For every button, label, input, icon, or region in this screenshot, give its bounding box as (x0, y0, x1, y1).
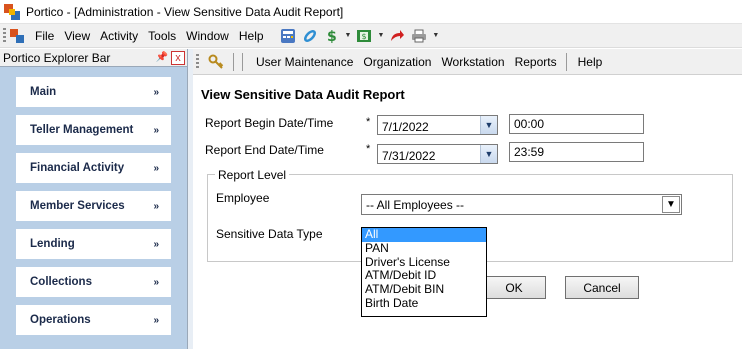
nav-item-label: Collections (30, 276, 92, 288)
key-icon[interactable] (207, 53, 225, 71)
required-marker: * (366, 116, 371, 128)
toolbar-separator (565, 52, 567, 71)
toolbar-grip-icon[interactable] (196, 53, 199, 70)
sensitive-data-type-list[interactable]: All PAN Driver's License ATM/Debit ID AT… (361, 227, 487, 317)
chevron-down-icon[interactable]: » (153, 315, 159, 326)
cancel-button[interactable]: Cancel (565, 276, 639, 299)
list-item[interactable]: Birth Date (362, 296, 486, 311)
report-level-legend: Report Level (215, 168, 290, 182)
list-item[interactable]: All (362, 227, 486, 242)
begin-time-field[interactable]: 00:00 (509, 114, 644, 134)
list-item[interactable]: ATM/Debit ID (362, 269, 486, 283)
explorer-header: Portico Explorer Bar 📌 x (0, 49, 187, 67)
nav-item-financial-activity[interactable]: Financial Activity » (16, 153, 171, 183)
begin-date-picker[interactable]: 7/1/2022 ▼ (377, 115, 498, 135)
chevron-down-icon[interactable]: » (153, 163, 159, 174)
list-item[interactable]: ATM/Debit BIN (362, 282, 486, 297)
chevron-down-icon[interactable]: ▼ (662, 196, 680, 213)
list-item[interactable]: PAN (362, 241, 486, 256)
pin-icon[interactable]: 📌 (155, 51, 169, 65)
explorer-nav-list: Main » Teller Management » Financial Act… (0, 67, 187, 335)
menu-bar: File View Activity Tools Window Help $ ▼… (0, 24, 742, 48)
svg-text:$: $ (327, 29, 337, 44)
admin-toolbar: User Maintenance Organization Workstatio… (193, 49, 742, 75)
close-icon[interactable]: x (171, 50, 185, 65)
explorer-title: Portico Explorer Bar (3, 50, 111, 65)
paperclip-icon[interactable] (301, 27, 319, 45)
toolbar-user-maintenance[interactable]: User Maintenance (251, 55, 358, 69)
printer-dropdown-icon[interactable]: ▼ (432, 32, 439, 39)
svg-text:$: $ (362, 32, 367, 41)
toolbar-reports[interactable]: Reports (510, 55, 562, 69)
toolbar-help[interactable]: Help (573, 55, 608, 69)
nav-item-label: Teller Management (30, 124, 134, 136)
menu-window[interactable]: Window (181, 29, 234, 43)
nav-item-collections[interactable]: Collections » (16, 267, 171, 297)
toolbar-grip-icon[interactable] (3, 27, 6, 44)
nav-item-member-services[interactable]: Member Services » (16, 191, 171, 221)
menu-file[interactable]: File (30, 29, 59, 43)
calculator-icon[interactable] (279, 27, 297, 45)
toolbar-separator (233, 52, 234, 71)
list-item[interactable]: Driver's License (362, 255, 486, 270)
portico-logo-icon (4, 3, 20, 20)
menu-view[interactable]: View (59, 29, 95, 43)
begin-date-value: 7/1/2022 (382, 120, 429, 134)
nav-item-label: Main (30, 86, 57, 98)
ok-button[interactable]: OK (482, 276, 546, 299)
explorer-bar: Portico Explorer Bar 📌 x Main » Teller M… (0, 49, 187, 349)
cash-dropdown-icon[interactable]: ▼ (377, 32, 384, 39)
employee-select-value: -- All Employees -- (366, 197, 465, 212)
end-time-field[interactable]: 23:59 (509, 142, 644, 162)
cash-drawer-icon[interactable]: $ (355, 27, 373, 45)
window-title: Portico - [Administration - View Sensiti… (26, 4, 344, 19)
chevron-down-icon[interactable]: » (153, 87, 159, 98)
nav-item-main[interactable]: Main » (16, 77, 171, 107)
portico-menu-icon[interactable] (10, 28, 24, 43)
money-icon[interactable]: $ (323, 27, 341, 45)
title-bar: Portico - [Administration - View Sensiti… (0, 0, 742, 24)
nav-item-label: Operations (30, 314, 91, 326)
redo-arrow-icon[interactable] (388, 27, 406, 45)
sensitive-data-type-label: Sensitive Data Type (216, 227, 323, 241)
chevron-down-icon[interactable]: » (153, 277, 159, 288)
nav-item-operations[interactable]: Operations » (16, 305, 171, 335)
nav-item-lending[interactable]: Lending » (16, 229, 171, 259)
chevron-down-icon[interactable]: ▼ (480, 145, 497, 163)
chevron-down-icon[interactable]: » (153, 125, 159, 136)
employee-select[interactable]: -- All Employees -- ▼ (361, 194, 682, 215)
chevron-down-icon[interactable]: » (153, 201, 159, 212)
nav-item-label: Member Services (30, 200, 125, 212)
nav-item-teller-management[interactable]: Teller Management » (16, 115, 171, 145)
toolbar-workstation[interactable]: Workstation (436, 55, 509, 69)
begin-date-label: Report Begin Date/Time (205, 116, 334, 130)
nav-item-label: Financial Activity (30, 162, 125, 174)
report-form: View Sensitive Data Audit Report Report … (193, 76, 742, 349)
menu-activity[interactable]: Activity (95, 29, 143, 43)
toolbar-organization[interactable]: Organization (358, 55, 436, 69)
chevron-down-icon[interactable]: ▼ (480, 116, 497, 134)
nav-item-label: Lending (30, 238, 75, 250)
money-dropdown-icon[interactable]: ▼ (345, 32, 352, 39)
end-date-picker[interactable]: 7/31/2022 ▼ (377, 144, 498, 164)
employee-label: Employee (216, 191, 270, 205)
printer-icon[interactable] (410, 27, 428, 45)
menu-tools[interactable]: Tools (143, 29, 181, 43)
toolbar-separator (242, 52, 243, 71)
required-marker: * (366, 143, 371, 155)
end-date-label: Report End Date/Time (205, 143, 324, 157)
chevron-down-icon[interactable]: » (153, 239, 159, 250)
menu-help[interactable]: Help (234, 29, 269, 43)
page-title: View Sensitive Data Audit Report (201, 87, 405, 102)
end-date-value: 7/31/2022 (382, 149, 436, 163)
